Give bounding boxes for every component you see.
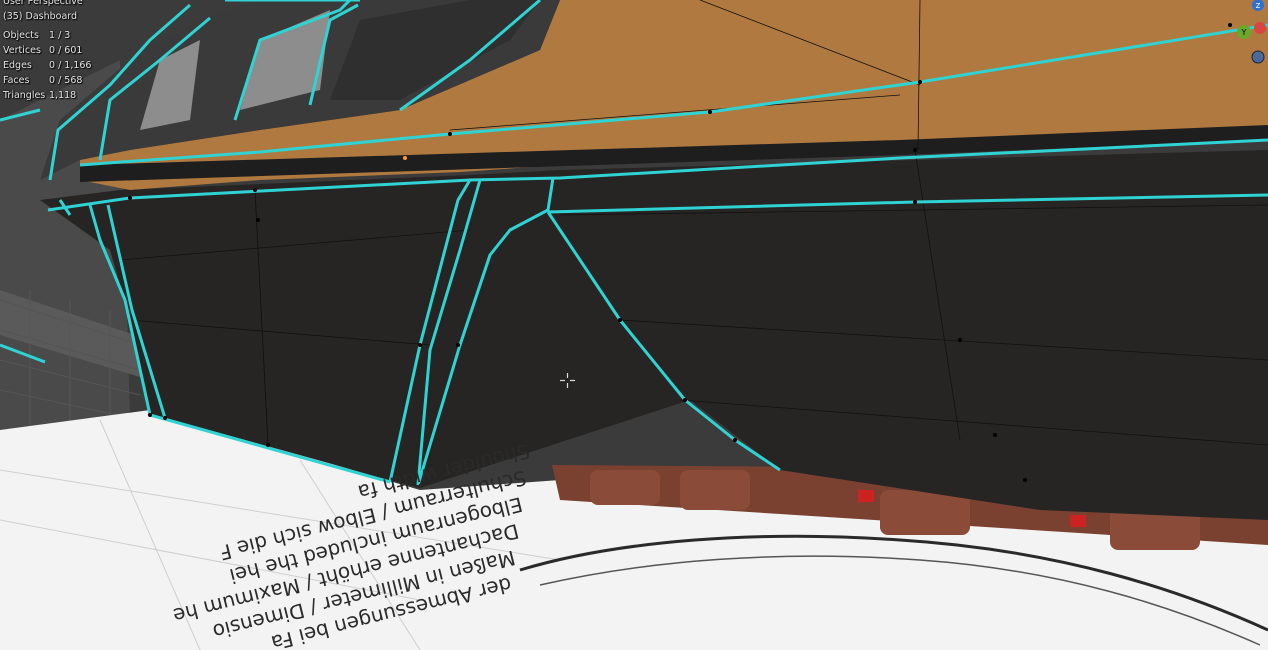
- reference-image-text-layer: der Abmessungen bei Fa Maßen in Millimet…: [171, 439, 533, 650]
- 3d-viewport[interactable]: Y Z User Perspective (35) Dashboard Obje…: [0, 0, 1268, 650]
